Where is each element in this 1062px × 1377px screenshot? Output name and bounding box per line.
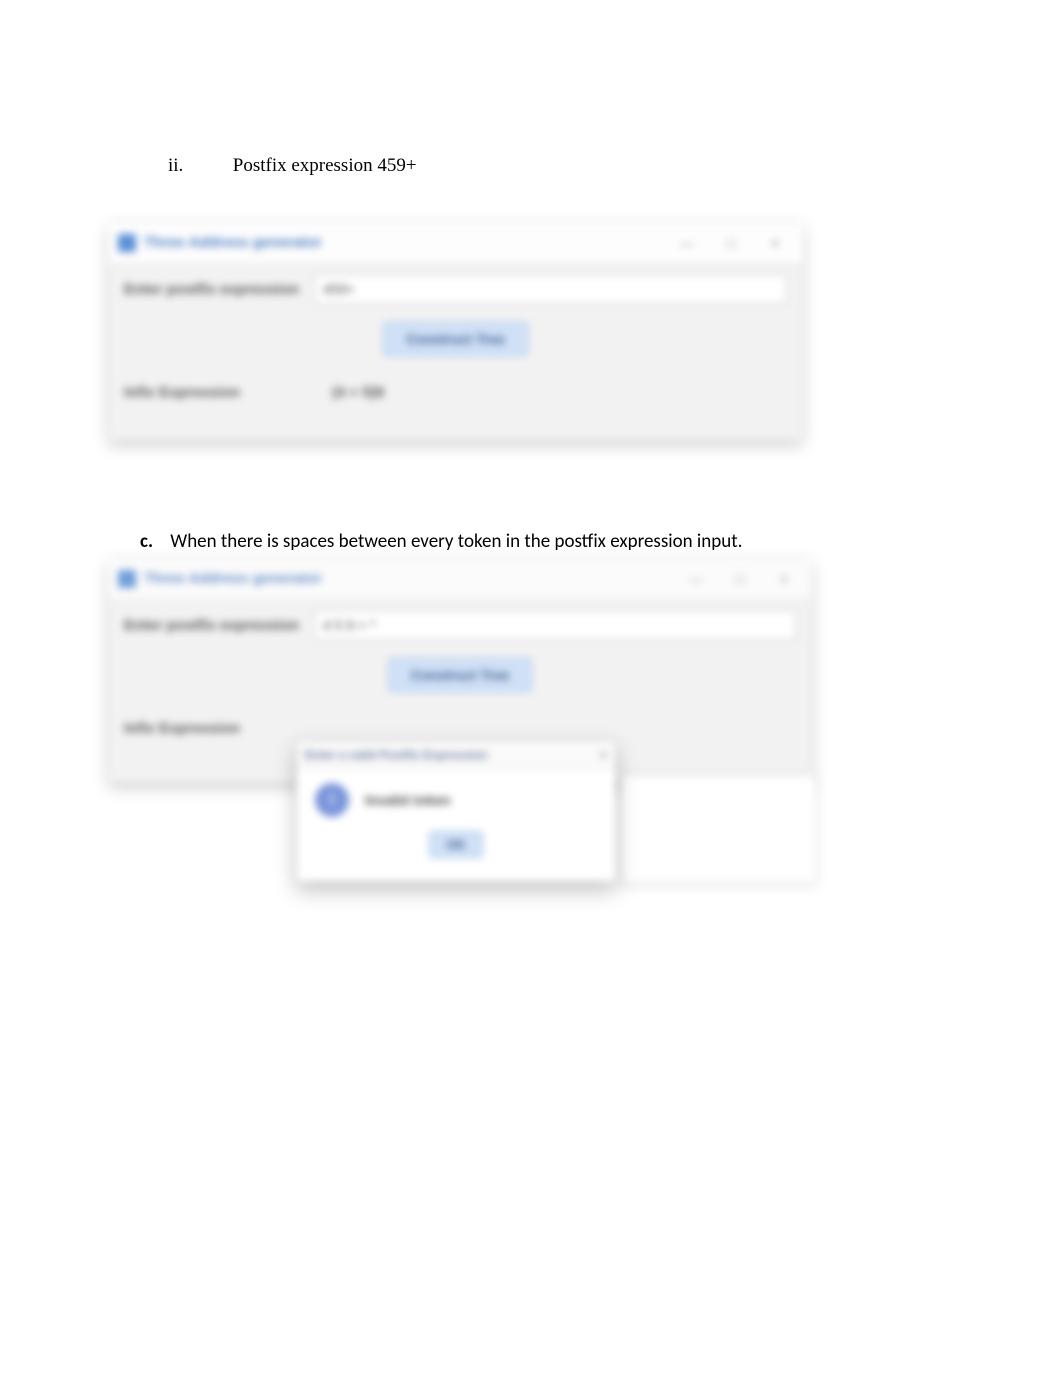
dialog-close-button[interactable]: × [583, 748, 607, 762]
postfix-input[interactable] [314, 274, 787, 304]
postfix-input[interactable] [314, 610, 796, 640]
app-window-1: Three Address generator — □ × Enter post… [108, 222, 803, 440]
minimize-button[interactable]: — [682, 568, 710, 590]
dialog-title-text: Enter a valid Postfix Expression [305, 748, 488, 762]
heading-ii: ii. Postfix expression 459+ [168, 155, 417, 177]
result-label: Infix Expression [124, 720, 314, 737]
construct-tree-button[interactable]: Construct Tree [388, 658, 533, 692]
close-button[interactable]: × [761, 232, 789, 254]
input-label: Enter postfix expression [124, 281, 314, 298]
input-label: Enter postfix expression [124, 617, 314, 634]
heading-c-letter: c. [140, 530, 166, 553]
dialog-actions: OK [297, 825, 615, 868]
maximize-button[interactable]: □ [717, 232, 745, 254]
result-value: (4 + 5)9 [314, 384, 384, 401]
button-row: Construct Tree [108, 644, 812, 710]
dialog-message: Invalid token [365, 792, 451, 808]
window-title: Three Address generator [144, 234, 673, 251]
app-icon [118, 234, 136, 252]
window-controls: — □ × [682, 568, 802, 590]
titlebar[interactable]: Three Address generator — □ × [108, 222, 803, 264]
maximize-button[interactable]: □ [726, 568, 754, 590]
app-icon [118, 570, 136, 588]
input-row: Enter postfix expression [108, 264, 803, 308]
result-row: Infix Expression (4 + 5)9 [108, 374, 803, 415]
heading-ii-number: ii. [168, 155, 228, 177]
close-button[interactable]: × [770, 568, 798, 590]
background-panel [620, 775, 816, 883]
result-label: Infix Expression [124, 384, 314, 401]
input-row: Enter postfix expression [108, 600, 812, 644]
heading-c-text: When there is spaces between every token… [170, 530, 742, 553]
heading-c: c. When there is spaces between every to… [140, 530, 742, 553]
info-icon: i [315, 783, 349, 817]
button-row: Construct Tree [108, 308, 803, 374]
dialog-titlebar[interactable]: Enter a valid Postfix Expression × [297, 741, 615, 769]
titlebar[interactable]: Three Address generator — □ × [108, 558, 812, 600]
ok-button[interactable]: OK [429, 831, 483, 858]
dialog-body: i Invalid token [297, 769, 615, 825]
construct-tree-button[interactable]: Construct Tree [383, 322, 528, 356]
minimize-button[interactable]: — [673, 232, 701, 254]
heading-ii-text: Postfix expression 459+ [233, 155, 417, 176]
window-controls: — □ × [673, 232, 793, 254]
window-title: Three Address generator [144, 570, 682, 587]
error-dialog: Enter a valid Postfix Expression × i Inv… [296, 740, 616, 882]
